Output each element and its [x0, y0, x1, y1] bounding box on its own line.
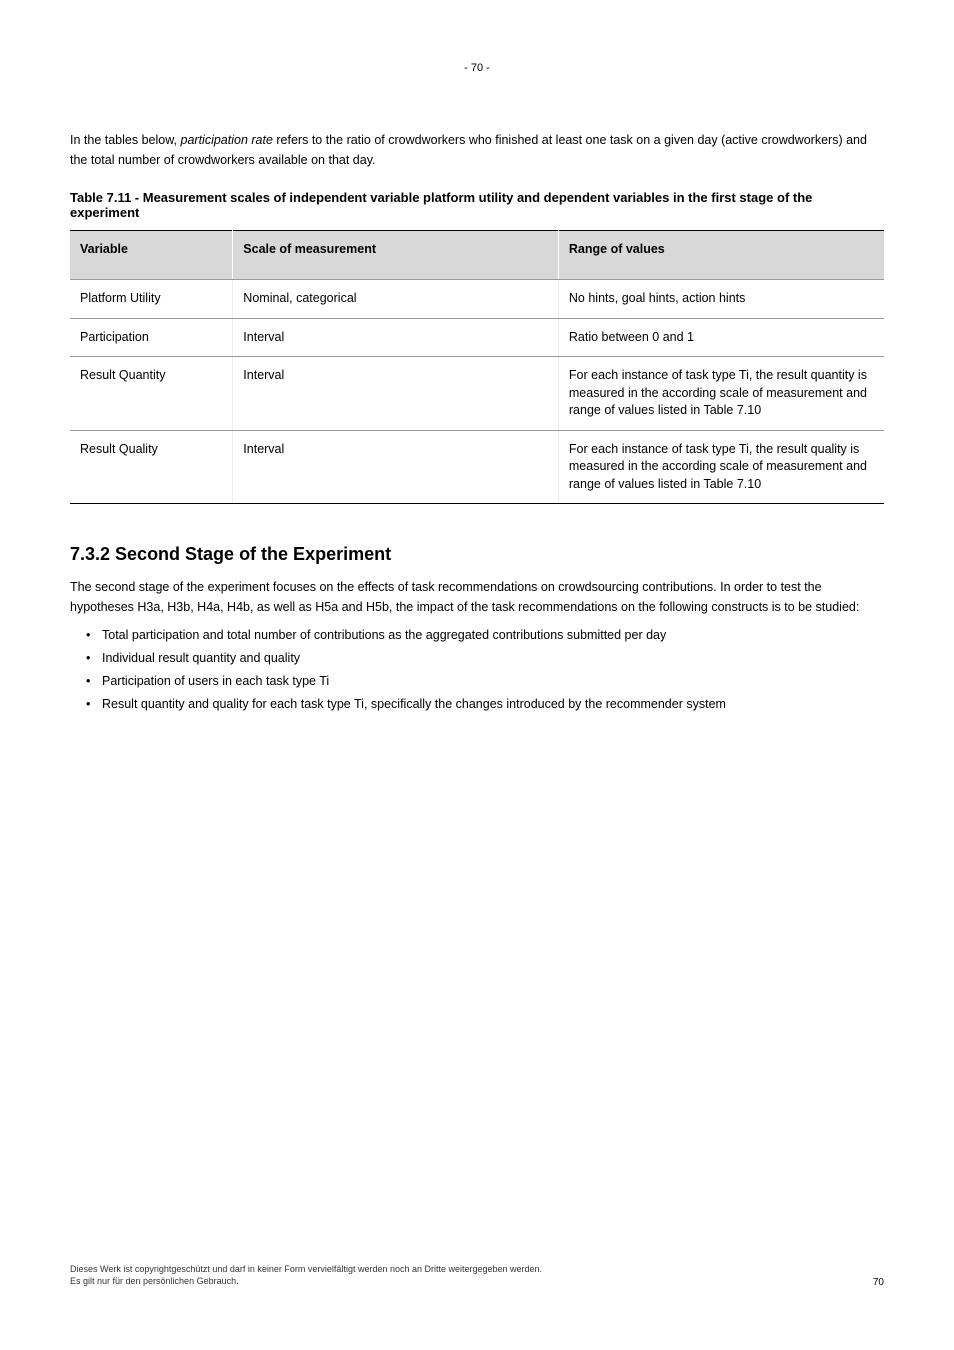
section-7-3-2: 7.3.2 Second Stage of the Experiment The…: [70, 544, 884, 714]
table-cell: Participation: [70, 318, 233, 357]
table-cell: For each instance of task type Ti, the r…: [558, 357, 884, 431]
footer-line-2: Es gilt nur für den persönlichen Gebrauc…: [70, 1275, 542, 1288]
table-cell: Ratio between 0 and 1: [558, 318, 884, 357]
table-row: Result Quantity Interval For each instan…: [70, 357, 884, 431]
section-bullet-list: Total participation and total number of …: [70, 625, 884, 714]
table-cell: Interval: [233, 357, 559, 431]
page-number-top: - 70 -: [464, 62, 490, 74]
table-cell: Platform Utility: [70, 280, 233, 319]
table-cell: Interval: [233, 318, 559, 357]
table-header: Scale of measurement: [233, 231, 559, 280]
measurement-table: Variable Scale of measurement Range of v…: [70, 230, 884, 504]
table-cell: Result Quantity: [70, 357, 233, 431]
list-item: Result quantity and quality for each tas…: [102, 694, 884, 714]
list-item: Total participation and total number of …: [102, 625, 884, 645]
footer-page-number: 70: [873, 1277, 884, 1288]
footer-copyright: Dieses Werk ist copyrightgeschützt und d…: [70, 1263, 542, 1288]
intro-text-1: In the tables below,: [70, 133, 181, 147]
table-row: Platform Utility Nominal, categorical No…: [70, 280, 884, 319]
section-paragraph: The second stage of the experiment focus…: [70, 577, 884, 617]
section-heading: 7.3.2 Second Stage of the Experiment: [70, 544, 884, 565]
list-item: Participation of users in each task type…: [102, 671, 884, 691]
footer-line-1: Dieses Werk ist copyrightgeschützt und d…: [70, 1263, 542, 1276]
intro-paragraph: In the tables below, participation rate …: [70, 130, 884, 170]
table-header-row: Variable Scale of measurement Range of v…: [70, 231, 884, 280]
table-cell: No hints, goal hints, action hints: [558, 280, 884, 319]
table-cell: Result Quality: [70, 430, 233, 504]
list-item: Individual result quantity and quality: [102, 648, 884, 668]
table-row: Participation Interval Ratio between 0 a…: [70, 318, 884, 357]
table-header: Range of values: [558, 231, 884, 280]
table-caption: Table 7.11 - Measurement scales of indep…: [70, 190, 884, 220]
table-header: Variable: [70, 231, 233, 280]
table-cell: For each instance of task type Ti, the r…: [558, 430, 884, 504]
table-cell: Interval: [233, 430, 559, 504]
table-row: Result Quality Interval For each instanc…: [70, 430, 884, 504]
main-content: In the tables below, participation rate …: [70, 130, 884, 714]
table-cell: Nominal, categorical: [233, 280, 559, 319]
intro-emphasis: participation rate: [181, 133, 277, 147]
